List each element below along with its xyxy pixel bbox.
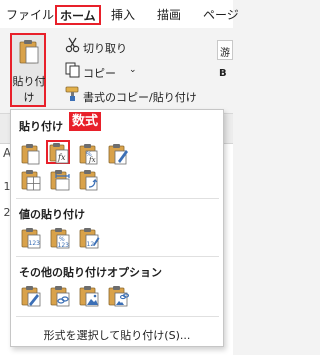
tab-file[interactable]: ファイル [6, 8, 54, 22]
cut-label: 切り取り [83, 42, 127, 55]
formulas-callout: 数式 [69, 112, 102, 131]
ribbon-tab-bar: ファイル ホーム 挿入 描画 ページ [0, 0, 239, 28]
copy-dropdown-arrow[interactable]: ⌄ [129, 65, 137, 75]
bold-button[interactable]: B [217, 66, 233, 84]
menu-separator [16, 256, 219, 257]
menu-separator [16, 316, 219, 317]
section-title-values: 値の貼り付け [19, 208, 85, 221]
paste-formulas-number-format-icon: % fx [77, 142, 101, 166]
paste-option-no-borders[interactable] [19, 168, 43, 192]
paste-option-link[interactable] [48, 284, 72, 308]
format-painter-icon [65, 86, 80, 102]
scissors-icon [65, 37, 80, 53]
paste-values-icon: 123 [19, 226, 43, 250]
paste-link-icon [48, 284, 72, 308]
paste-option-formulas-number-format[interactable]: % fx [77, 142, 101, 166]
tab-page-layout[interactable]: ページ [203, 8, 239, 22]
format-painter-label: 書式のコピー/貼り付け [83, 91, 197, 104]
paste-option-values-source-formatting[interactable]: 12 [77, 226, 101, 250]
copy-icon [65, 62, 80, 78]
section-title-other: その他の貼り付けオプション [19, 266, 162, 279]
svg-text:12: 12 [87, 241, 95, 248]
paste-option-keep-column-widths[interactable] [48, 168, 72, 192]
copy-label: コピー [83, 67, 116, 80]
tab-home[interactable]: ホーム [55, 5, 101, 25]
paste-keep-source-formatting-icon [106, 142, 130, 166]
paste-option-keep-source-formatting[interactable] [106, 142, 130, 166]
paste-formatting-icon [19, 284, 43, 308]
paste-button[interactable]: 貼り付け ⌄ [10, 33, 46, 107]
paste-no-borders-icon [19, 168, 43, 192]
paste-option-formatting[interactable] [19, 284, 43, 308]
svg-text:123: 123 [29, 240, 41, 247]
paste-options-menu: 貼り付け 数式 fx % fx 値の貼り付け 123 % 123 12 その他の… [10, 109, 224, 347]
svg-text:123: 123 [58, 242, 70, 249]
paste-option-linked-picture[interactable] [106, 284, 130, 308]
paste-values-source-formatting-icon: 12 [77, 226, 101, 250]
paste-option-transpose[interactable] [77, 168, 101, 192]
paste-picture-icon [77, 284, 101, 308]
paste-icon [19, 142, 43, 166]
svg-text:fx: fx [88, 156, 96, 164]
paste-dropdown-arrow[interactable]: ⌄ [12, 89, 46, 98]
svg-text:fx: fx [57, 153, 66, 162]
tab-draw[interactable]: 描画 [157, 8, 181, 22]
font-name-box[interactable]: 游 [217, 40, 233, 60]
paste-option-formulas[interactable]: fx [46, 140, 70, 164]
paste-values-number-format-icon: % 123 [48, 226, 72, 250]
paste-linked-picture-icon [106, 284, 130, 308]
paste-option-picture[interactable] [77, 284, 101, 308]
paste-keep-column-widths-icon [48, 168, 72, 192]
paste-option-paste[interactable] [19, 142, 43, 166]
paste-icon [19, 39, 39, 65]
paste-transpose-icon [77, 168, 101, 192]
tab-insert[interactable]: 挿入 [111, 8, 135, 22]
menu-separator [16, 198, 219, 199]
section-title-paste: 貼り付け [19, 120, 63, 133]
paste-option-values-number-format[interactable]: % 123 [48, 226, 72, 250]
paste-formulas-icon: fx [48, 142, 70, 164]
paste-special-menu-item[interactable]: 形式を選択して貼り付け(S)... [11, 327, 223, 343]
paste-option-values[interactable]: 123 [19, 226, 43, 250]
